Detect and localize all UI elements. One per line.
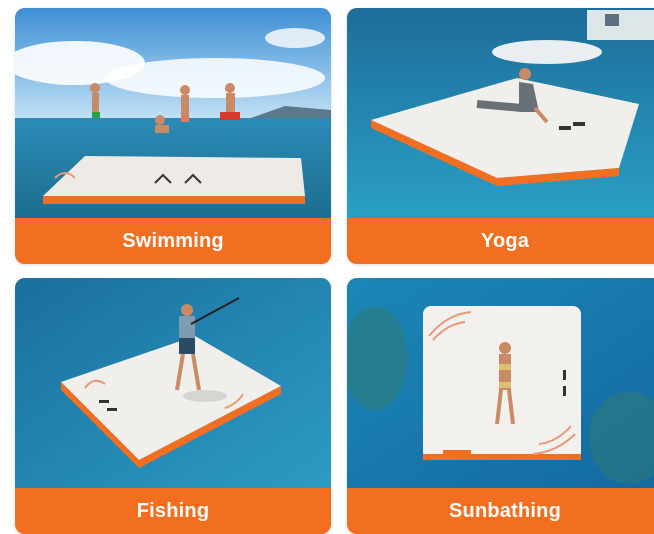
card-label-swimming: Swimming — [122, 229, 224, 252]
card-label-bar: Fishing — [15, 488, 331, 534]
card-label-sunbathing: Sunbathing — [449, 499, 561, 522]
activity-card-yoga[interactable]: Yoga — [347, 8, 654, 264]
card-label-bar: Yoga — [347, 218, 654, 264]
fishing-scene-image — [15, 278, 331, 488]
card-label-yoga: Yoga — [480, 229, 530, 252]
activity-card-fishing[interactable]: Fishing — [15, 278, 331, 534]
swimming-scene-image — [15, 8, 331, 218]
activity-card-swimming[interactable]: Swimming — [15, 8, 331, 264]
activity-card-sunbathing[interactable]: Sunbathing — [347, 278, 654, 534]
sunbathing-scene-image — [347, 278, 654, 488]
card-label-bar: Sunbathing — [347, 488, 654, 534]
card-label-fishing: Fishing — [136, 499, 210, 522]
card-label-bar: Swimming — [15, 218, 331, 264]
yoga-scene-image — [347, 8, 654, 218]
